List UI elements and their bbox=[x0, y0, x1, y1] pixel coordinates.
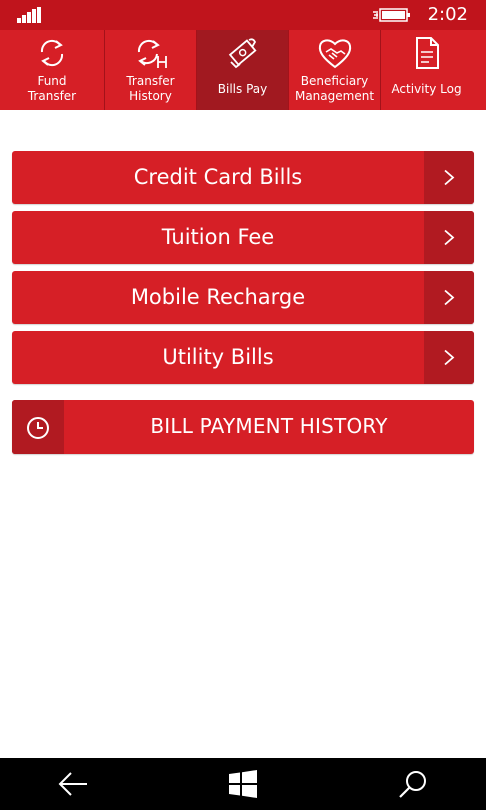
status-bar: 2:02 bbox=[0, 0, 486, 30]
menu-item-label: Tuition Fee bbox=[161, 225, 275, 249]
tab-label: Fund Transfer bbox=[27, 74, 77, 103]
bill-payment-history-button[interactable]: BILL PAYMENT HISTORY bbox=[12, 400, 474, 454]
back-arrow-icon[interactable] bbox=[57, 770, 89, 798]
tab-activity-log[interactable]: Activity Log bbox=[380, 30, 472, 110]
status-time: 2:02 bbox=[427, 4, 468, 25]
menu-item-label: Utility Bills bbox=[162, 345, 274, 369]
clock-icon bbox=[12, 400, 64, 454]
tab-transfer-history[interactable]: Transfer History bbox=[104, 30, 196, 110]
battery-charging-icon bbox=[373, 8, 410, 22]
tab-label: Transfer History bbox=[126, 74, 175, 103]
chevron-right-icon bbox=[424, 331, 474, 384]
fund-transfer-icon bbox=[40, 39, 64, 67]
activity-log-document-icon bbox=[415, 37, 439, 69]
chevron-right-icon bbox=[424, 271, 474, 324]
tab-label: Beneficiary Management bbox=[294, 74, 375, 103]
chevron-right-icon bbox=[424, 211, 474, 264]
mobile-recharge-button[interactable]: Mobile Recharge bbox=[12, 271, 474, 324]
windows-start-icon[interactable] bbox=[227, 770, 259, 798]
tab-label: Bills Pay bbox=[217, 82, 268, 96]
tab-bills-pay[interactable]: Bills Pay bbox=[196, 30, 288, 110]
signal-strength-icon bbox=[17, 7, 41, 23]
search-icon[interactable] bbox=[397, 770, 429, 798]
tab-fund-transfer[interactable]: Fund Transfer bbox=[0, 30, 104, 110]
tab-beneficiary-management[interactable]: Beneficiary Management bbox=[288, 30, 380, 110]
navigation-bar bbox=[0, 758, 486, 810]
transfer-history-icon bbox=[137, 39, 167, 68]
credit-card-bills-button[interactable]: Credit Card Bills bbox=[12, 151, 474, 204]
tab-label: Activity Log bbox=[391, 82, 462, 96]
bill-payment-history-label: BILL PAYMENT HISTORY bbox=[150, 414, 388, 438]
bills-pay-icon bbox=[228, 38, 257, 69]
menu-item-label: Mobile Recharge bbox=[130, 285, 306, 309]
utility-bills-button[interactable]: Utility Bills bbox=[12, 331, 474, 384]
tuition-fee-button[interactable]: Tuition Fee bbox=[12, 211, 474, 264]
beneficiary-handshake-icon bbox=[318, 39, 351, 69]
menu-item-label: Credit Card Bills bbox=[133, 165, 303, 189]
chevron-right-icon bbox=[424, 151, 474, 204]
top-tab-strip: Fund Transfer Transfer History Bills Pay… bbox=[0, 30, 486, 110]
